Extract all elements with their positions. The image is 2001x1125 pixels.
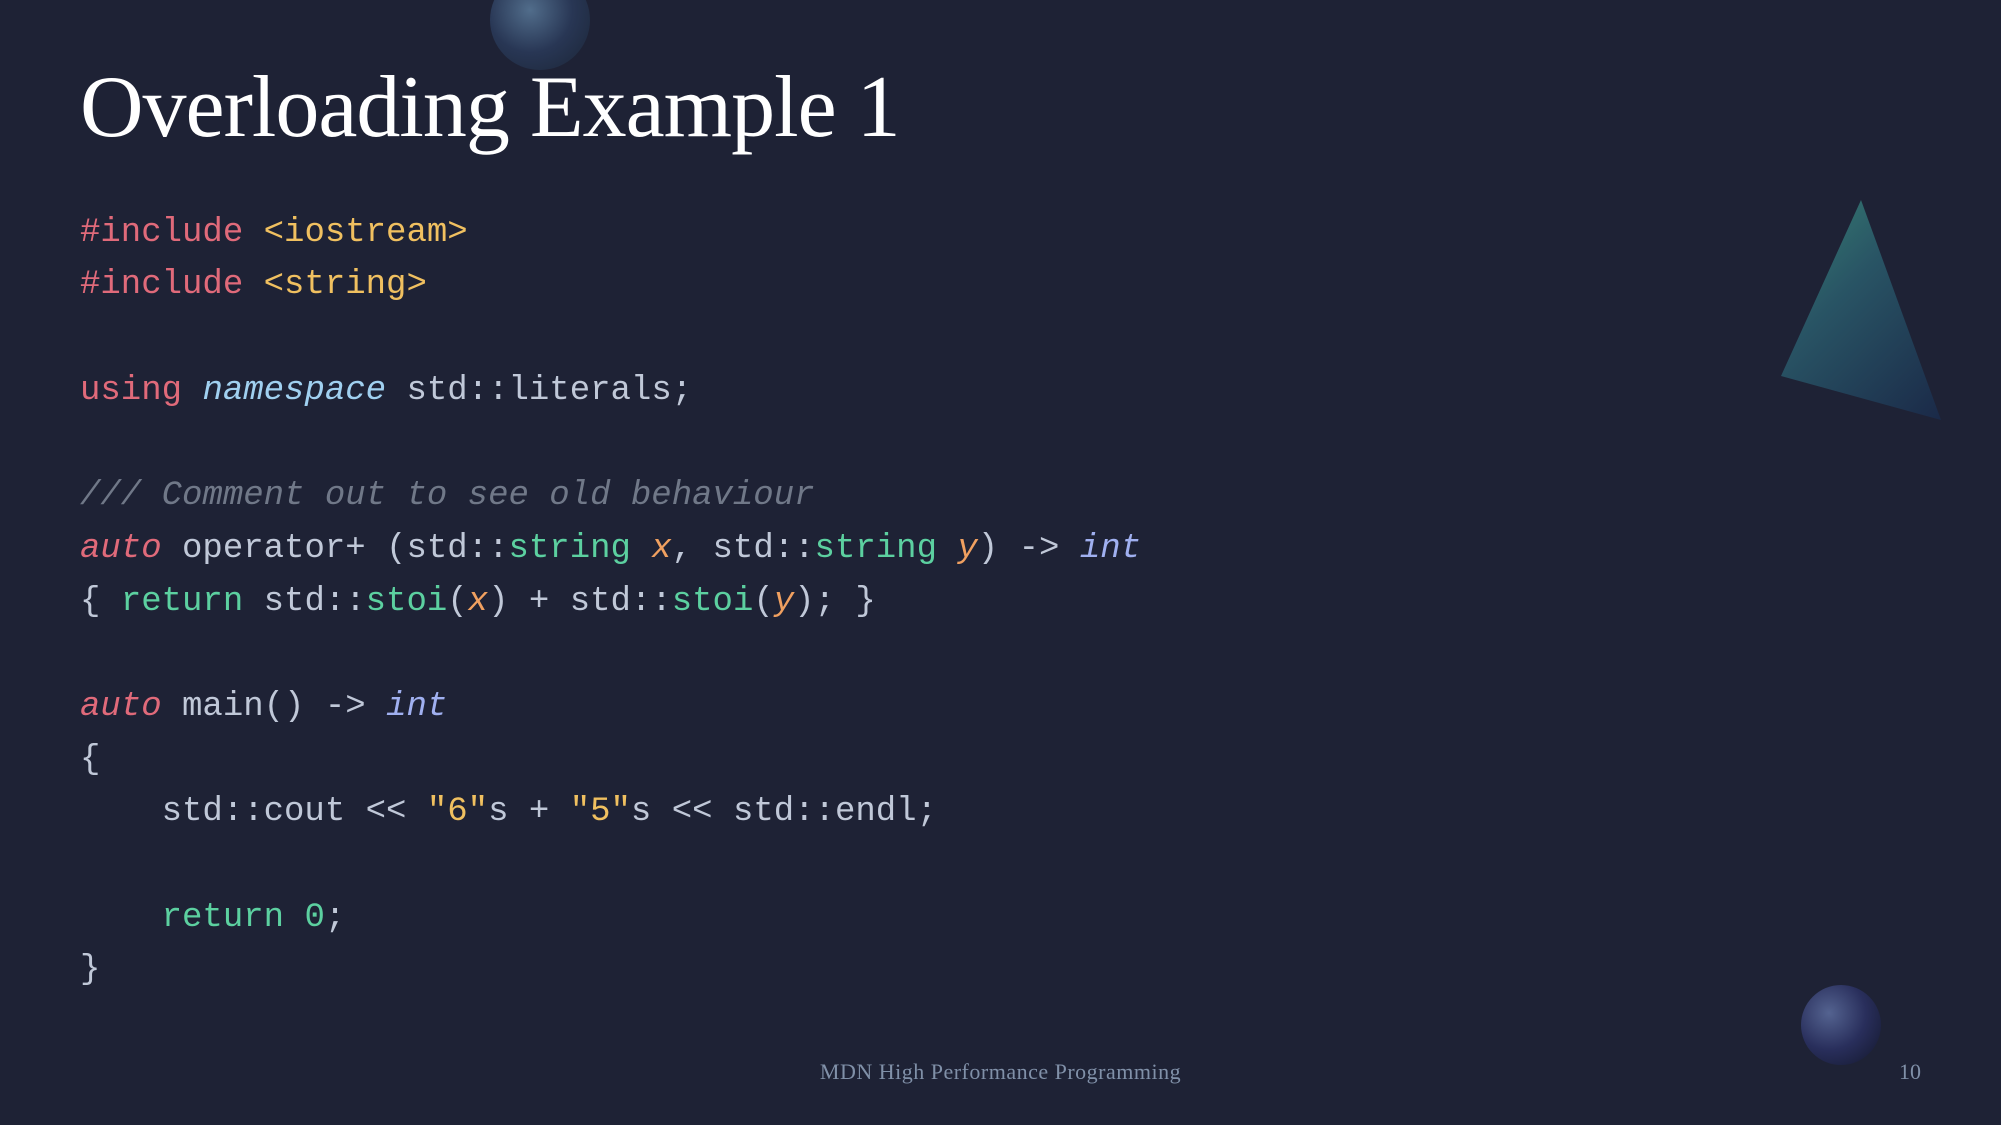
tok-comment: /// Comment out to see old behaviour [80, 477, 815, 515]
code-line-comment: /// Comment out to see old behaviour [80, 470, 1921, 523]
footer-title: MDN High Performance Programming [820, 1059, 1181, 1085]
tok-preprocessor-2: #include [80, 266, 243, 304]
tok-str-6: "6" [427, 793, 488, 831]
tok-stoi-1: stoi [366, 583, 448, 621]
tok-main-name: main() -> [162, 688, 386, 726]
code-line-operator-body: { return std::stoi(x) + std::stoi(y); } [80, 576, 1921, 629]
tok-auto-1: auto [80, 530, 162, 568]
code-line-include1: #include <iostream> [80, 207, 1921, 260]
tok-space-y [937, 530, 957, 568]
tok-indent-cout: std::cout << [80, 793, 427, 831]
tok-semi-return: ; [325, 899, 345, 937]
tok-space-zero [284, 899, 304, 937]
tok-return-main: return [162, 899, 284, 937]
tok-param-x: x [651, 530, 671, 568]
tok-using: using [80, 372, 182, 410]
tok-int-2: int [386, 688, 447, 726]
code-line-include2: #include <string> [80, 259, 1921, 312]
tok-space-stoi1: std:: [243, 583, 365, 621]
tok-namespace: namespace [202, 372, 386, 410]
tok-close-paren: ) -> [978, 530, 1080, 568]
code-line-using: using namespace std::literals; [80, 365, 1921, 418]
empty-line-2 [80, 418, 1921, 471]
tok-stoi-2: stoi [672, 583, 754, 621]
tok-space-1 [182, 372, 202, 410]
tok-int-1: int [1080, 530, 1141, 568]
code-line-cout: std::cout << "6"s + "5"s << std::endl; [80, 786, 1921, 839]
tok-param-y: y [957, 530, 977, 568]
tok-stoi1-arg: ( [447, 583, 467, 621]
tok-path-2: <string> [243, 266, 427, 304]
empty-line-4 [80, 839, 1921, 892]
tok-space-2: std::literals; [386, 372, 692, 410]
tok-op-name: operator+ (std:: [162, 530, 509, 568]
code-block: #include <iostream> #include <string> us… [80, 207, 1921, 997]
tok-param-x2: x [468, 583, 488, 621]
tok-zero: 0 [304, 899, 324, 937]
tok-param-y2: y [774, 583, 794, 621]
code-line-main-decl: auto main() -> int [80, 681, 1921, 734]
tok-str-5: "5" [570, 793, 631, 831]
code-line-return: return 0; [80, 892, 1921, 945]
slide-title: Overloading Example 1 [80, 60, 1921, 157]
tok-path-1: <iostream> [243, 214, 467, 252]
tok-close-brace-main: } [80, 951, 100, 989]
tok-return-op: return [121, 583, 243, 621]
code-line-close-brace: } [80, 944, 1921, 997]
tok-stoi2-arg: ( [753, 583, 773, 621]
tok-space-x [631, 530, 651, 568]
tok-s2: s << std::endl; [631, 793, 937, 831]
tok-string-2: string [815, 530, 937, 568]
tok-plus: ) + std:: [488, 583, 672, 621]
tok-indent-return [80, 899, 162, 937]
tok-preprocessor-1: #include [80, 214, 243, 252]
tok-comma: , std:: [672, 530, 815, 568]
tok-s1: s + [488, 793, 570, 831]
slide-content: Overloading Example 1 #include <iostream… [0, 0, 2001, 1125]
tok-string-1: string [508, 530, 630, 568]
empty-line-1 [80, 312, 1921, 365]
empty-line-3 [80, 628, 1921, 681]
code-line-operator-decl: auto operator+ (std::string x, std::stri… [80, 523, 1921, 576]
tok-end-op: ); } [794, 583, 876, 621]
tok-auto-2: auto [80, 688, 162, 726]
tok-open-brace-op: { [80, 583, 121, 621]
tok-open-brace-main: { [80, 741, 100, 779]
page-number: 10 [1899, 1059, 1921, 1085]
code-line-open-brace: { [80, 734, 1921, 787]
footer: MDN High Performance Programming 10 [0, 1059, 2001, 1085]
